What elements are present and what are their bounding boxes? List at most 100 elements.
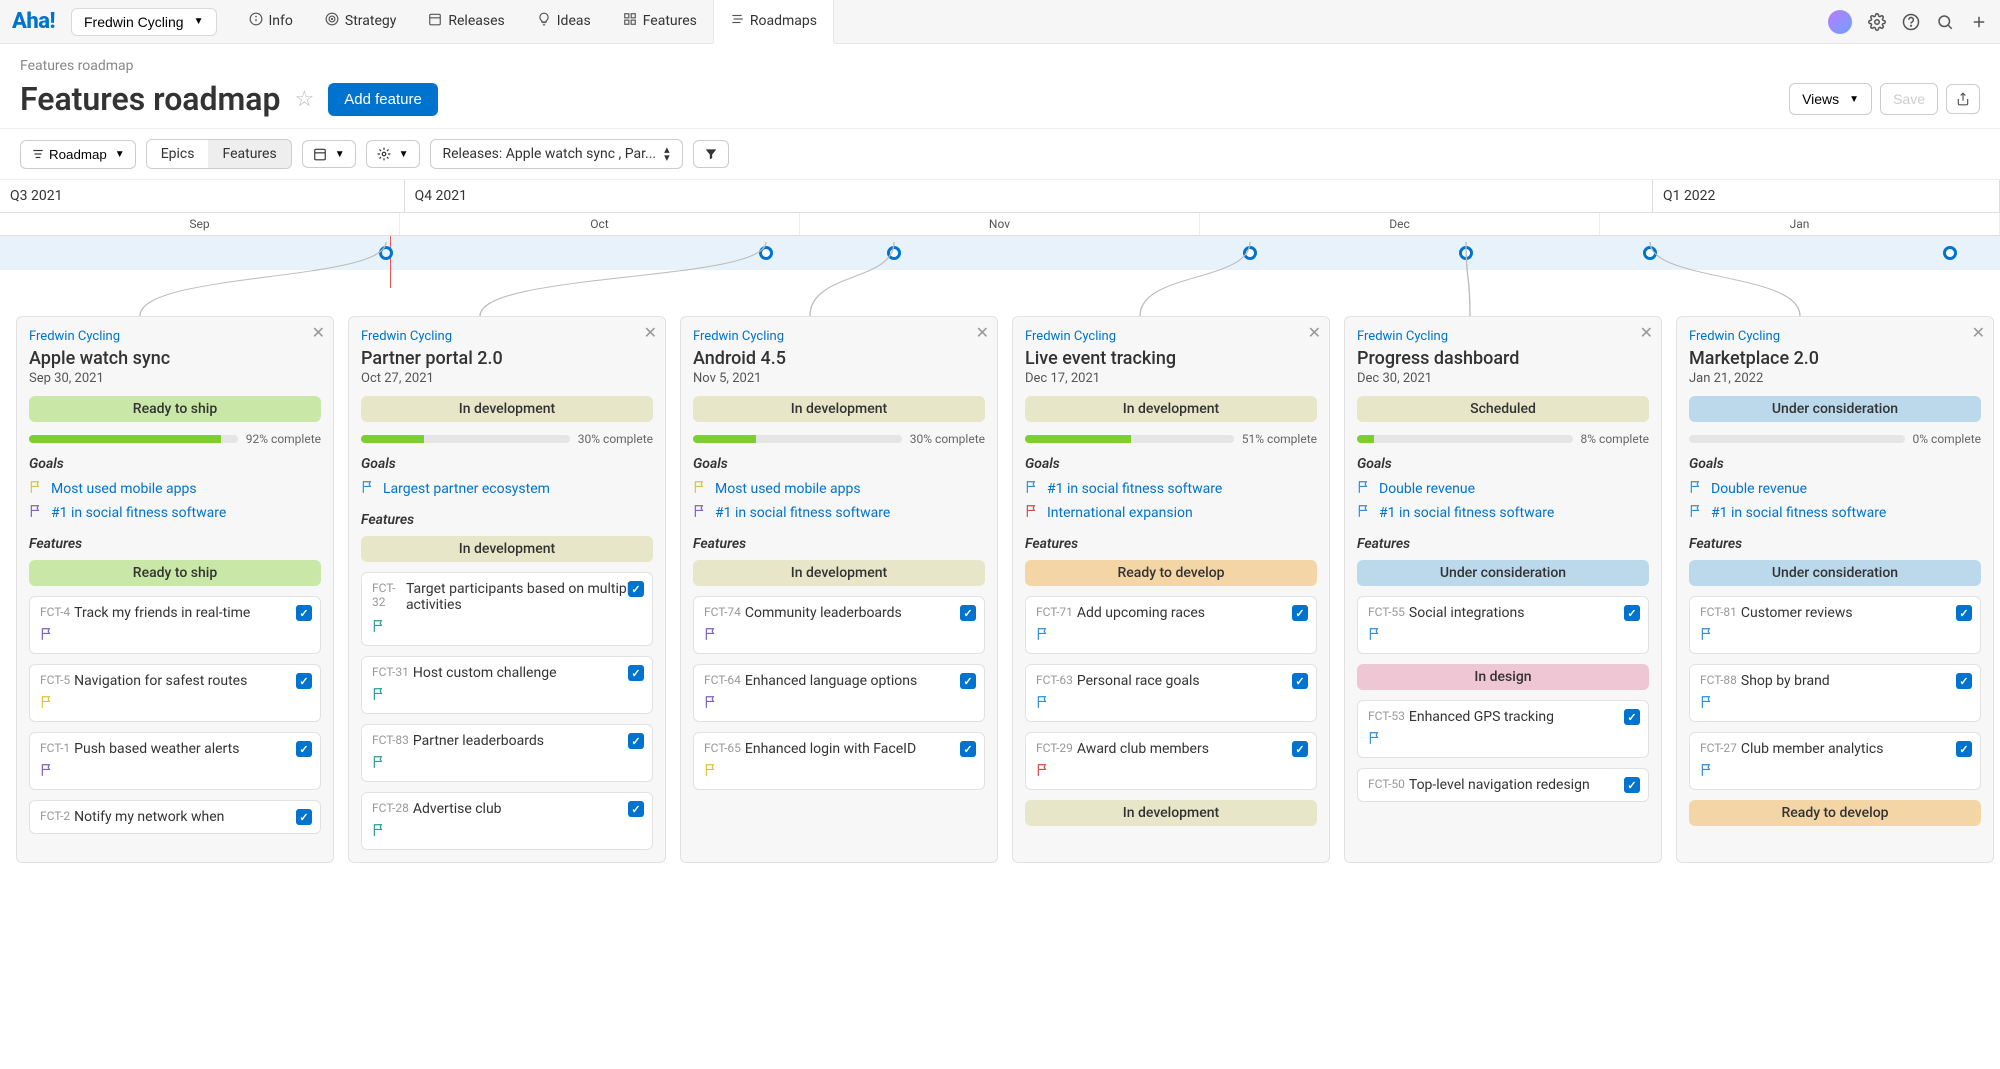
feature-card[interactable]: FCT-64 Enhanced language options (693, 664, 985, 722)
checkbox-icon[interactable] (628, 801, 644, 817)
releases-filter[interactable]: Releases: Apple watch sync , Par... ▴▾ (430, 139, 683, 169)
nav-releases[interactable]: Releases (412, 0, 520, 44)
save-button[interactable]: Save (1880, 83, 1938, 115)
checkbox-icon[interactable] (628, 665, 644, 681)
feature-card[interactable]: FCT-5 Navigation for safest routes (29, 664, 321, 722)
close-icon[interactable]: ✕ (976, 323, 989, 342)
column-workspace[interactable]: Fredwin Cycling (1025, 329, 1317, 344)
checkbox-icon[interactable] (1624, 777, 1640, 793)
nav-roadmaps[interactable]: Roadmaps (713, 0, 834, 44)
views-button[interactable]: Views ▼ (1789, 83, 1872, 115)
feature-card[interactable]: FCT-83 Partner leaderboards (361, 724, 653, 782)
goal-link[interactable]: #1 in social fitness software (1357, 504, 1649, 522)
checkbox-icon[interactable] (960, 673, 976, 689)
nav-strategy[interactable]: Strategy (309, 0, 412, 44)
goal-link[interactable]: Double revenue (1357, 480, 1649, 498)
search-icon[interactable] (1936, 13, 1954, 31)
feature-card[interactable]: FCT-31 Host custom challenge (361, 656, 653, 714)
goal-link[interactable]: International expansion (1025, 504, 1317, 522)
goal-link[interactable]: Largest partner ecosystem (361, 480, 653, 498)
release-title[interactable]: Live event tracking (1025, 348, 1317, 369)
close-icon[interactable]: ✕ (1972, 323, 1985, 342)
user-avatar[interactable] (1828, 10, 1852, 34)
nav-info[interactable]: Info (233, 0, 309, 44)
checkbox-icon[interactable] (960, 741, 976, 757)
close-icon[interactable]: ✕ (644, 323, 657, 342)
checkbox-icon[interactable] (296, 809, 312, 825)
feature-card[interactable]: FCT-4 Track my friends in real-time (29, 596, 321, 654)
column-workspace[interactable]: Fredwin Cycling (29, 329, 321, 344)
tab-epics[interactable]: Epics (147, 140, 209, 168)
release-date: Sep 30, 2021 (29, 371, 321, 386)
checkbox-icon[interactable] (296, 605, 312, 621)
column-workspace[interactable]: Fredwin Cycling (361, 329, 653, 344)
checkbox-icon[interactable] (1956, 605, 1972, 621)
release-title[interactable]: Android 4.5 (693, 348, 985, 369)
checkbox-icon[interactable] (1292, 741, 1308, 757)
roadmap-view-button[interactable]: Roadmap ▼ (20, 140, 136, 169)
feature-card[interactable]: FCT-29 Award club members (1025, 732, 1317, 790)
feature-id: FCT-32 (372, 581, 402, 609)
workspace-selector[interactable]: Fredwin Cycling ▼ (71, 8, 217, 36)
close-icon[interactable]: ✕ (1308, 323, 1321, 342)
feature-card[interactable]: FCT-28 Advertise club (361, 792, 653, 850)
close-icon[interactable]: ✕ (1640, 323, 1653, 342)
checkbox-icon[interactable] (296, 741, 312, 757)
feature-id: FCT-1 (40, 741, 70, 755)
tab-features[interactable]: Features (208, 140, 290, 168)
plus-icon[interactable] (1970, 13, 1988, 31)
goal-link[interactable]: #1 in social fitness software (693, 504, 985, 522)
goal-link[interactable]: Double revenue (1689, 480, 1981, 498)
feature-card[interactable]: FCT-88 Shop by brand (1689, 664, 1981, 722)
date-button[interactable]: ▼ (302, 140, 356, 168)
goal-link[interactable]: #1 in social fitness software (29, 504, 321, 522)
feature-card[interactable]: FCT-50 Top-level navigation redesign (1357, 768, 1649, 802)
checkbox-icon[interactable] (1956, 673, 1972, 689)
nav-ideas[interactable]: Ideas (521, 0, 607, 44)
release-status: Under consideration (1689, 396, 1981, 422)
checkbox-icon[interactable] (628, 581, 644, 597)
checkbox-icon[interactable] (1292, 605, 1308, 621)
checkbox-icon[interactable] (628, 733, 644, 749)
share-button[interactable] (1946, 84, 1980, 114)
settings-button[interactable]: ▼ (366, 140, 420, 168)
release-title[interactable]: Marketplace 2.0 (1689, 348, 1981, 369)
progress-fill (1025, 435, 1131, 443)
release-title[interactable]: Partner portal 2.0 (361, 348, 653, 369)
feature-card[interactable]: FCT-55 Social integrations (1357, 596, 1649, 654)
star-icon[interactable]: ☆ (295, 87, 315, 112)
help-icon[interactable] (1902, 13, 1920, 31)
feature-card[interactable]: FCT-74 Community leaderboards (693, 596, 985, 654)
feature-card[interactable]: FCT-63 Personal race goals (1025, 664, 1317, 722)
checkbox-icon[interactable] (296, 673, 312, 689)
column-workspace[interactable]: Fredwin Cycling (1357, 329, 1649, 344)
feature-card[interactable]: FCT-65 Enhanced login with FaceID (693, 732, 985, 790)
release-title[interactable]: Progress dashboard (1357, 348, 1649, 369)
goals-heading: Goals (29, 456, 321, 472)
filter-button[interactable] (693, 140, 729, 168)
column-workspace[interactable]: Fredwin Cycling (693, 329, 985, 344)
feature-card[interactable]: FCT-27 Club member analytics (1689, 732, 1981, 790)
month-label: Nov (800, 213, 1200, 235)
nav-features[interactable]: Features (607, 0, 713, 44)
goal-link[interactable]: #1 in social fitness software (1025, 480, 1317, 498)
feature-card[interactable]: FCT-2 Notify my network when (29, 800, 321, 834)
close-icon[interactable]: ✕ (312, 323, 325, 342)
checkbox-icon[interactable] (1624, 709, 1640, 725)
checkbox-icon[interactable] (1624, 605, 1640, 621)
checkbox-icon[interactable] (1956, 741, 1972, 757)
feature-card[interactable]: FCT-53 Enhanced GPS tracking (1357, 700, 1649, 758)
feature-card[interactable]: FCT-81 Customer reviews (1689, 596, 1981, 654)
column-workspace[interactable]: Fredwin Cycling (1689, 329, 1981, 344)
feature-card[interactable]: FCT-1 Push based weather alerts (29, 732, 321, 790)
checkbox-icon[interactable] (1292, 673, 1308, 689)
feature-card[interactable]: FCT-32 Target participants based on mult… (361, 572, 653, 646)
goal-link[interactable]: Most used mobile apps (29, 480, 321, 498)
goal-link[interactable]: #1 in social fitness software (1689, 504, 1981, 522)
gear-icon[interactable] (1868, 13, 1886, 31)
release-title[interactable]: Apple watch sync (29, 348, 321, 369)
feature-card[interactable]: FCT-71 Add upcoming races (1025, 596, 1317, 654)
goal-link[interactable]: Most used mobile apps (693, 480, 985, 498)
checkbox-icon[interactable] (960, 605, 976, 621)
add-feature-button[interactable]: Add feature (328, 83, 438, 116)
